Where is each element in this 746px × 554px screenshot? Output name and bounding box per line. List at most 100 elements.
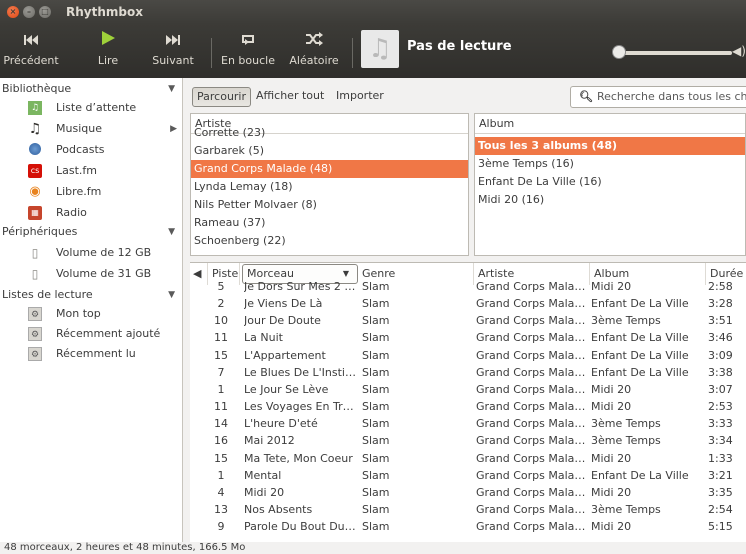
minimize-window-button[interactable]: – (23, 6, 35, 18)
sidebar-item-label: Volume de 31 GB (56, 267, 152, 280)
shuffle-button[interactable]: Aléatoire (286, 30, 342, 67)
sidebar-item-music[interactable]: ♫ Musique ▶ (0, 119, 183, 139)
import-button[interactable]: Importer (332, 87, 388, 107)
collapse-arrow-icon[interactable]: ▼ (168, 223, 175, 241)
album-row-selected[interactable]: Tous les 3 albums (48) (475, 137, 745, 155)
sidebar-item-radio[interactable]: ▦ Radio (0, 203, 183, 223)
track-album-cell: 3ème Temps (591, 502, 661, 516)
maximize-window-button[interactable]: □ (39, 6, 51, 18)
track-title-cell: Mai 2012 (244, 434, 295, 448)
browse-button[interactable]: Parcourir (192, 87, 252, 107)
sidebar-item-top[interactable]: ⚙ Mon top (0, 304, 183, 324)
table-row[interactable]: 11 Les Voyages En Train Slam Grand Corps Ma… (190, 398, 746, 415)
collapse-arrow-icon[interactable]: ▼ (168, 80, 175, 98)
music-icon: ♫ (28, 121, 42, 137)
seek-slider-track[interactable] (614, 51, 732, 55)
table-row[interactable]: 1 Mental Slam Grand Corps Malade Enfant De L… (190, 467, 746, 484)
track-genre-cell: Slam (362, 468, 390, 482)
table-row[interactable]: 15 L'Appartement Slam Grand Corps Malade Enf… (190, 347, 746, 364)
devices-section-header[interactable]: Périphériques ▼ (0, 223, 183, 241)
artist-row[interactable]: Rameau (37) (191, 214, 468, 232)
track-track-cell: 1 (217, 468, 225, 482)
album-row[interactable]: Midi 20 (16) (475, 191, 745, 209)
track-track-cell: 9 (217, 520, 225, 534)
sidebar-item-recently-added[interactable]: ⚙ Récemment ajouté (0, 324, 183, 344)
track-album-cell: 3ème Temps (591, 434, 661, 448)
track-artist-cell: Grand Corps Malade (476, 382, 588, 396)
artist-row[interactable]: Garbarek (5) (191, 142, 468, 160)
track-track-cell: 15 (214, 451, 228, 465)
artist-row[interactable]: Schoenberg (22) (191, 232, 468, 250)
table-row[interactable]: 4 Midi 20 Slam Grand Corps Malade Midi 20 3:3… (190, 484, 746, 501)
track-track-cell: 11 (214, 400, 228, 414)
repeat-label: En boucle (221, 54, 275, 67)
track-duration-cell: 3:35 (708, 485, 733, 499)
track-album-cell: Midi 20 (591, 382, 632, 396)
sidebar-item-lastfm[interactable]: cs Last.fm (0, 161, 183, 181)
table-row[interactable]: 2 Je Viens De Là Slam Grand Corps Malade Enf… (190, 295, 746, 312)
table-row[interactable]: 11 La Nuit Slam Grand Corps Malade Enfant De… (190, 329, 746, 346)
track-track-cell: 7 (217, 365, 225, 379)
sidebar-item-podcasts[interactable]: Podcasts (0, 140, 183, 160)
sidebar-item-recently-played[interactable]: ⚙ Récemment lu (0, 344, 183, 364)
album-column-header[interactable]: Album (475, 114, 745, 134)
radio-icon: ▦ (28, 206, 42, 220)
library-section-header[interactable]: Bibliothèque ▼ (0, 80, 183, 98)
track-album-cell: 3ème Temps (591, 314, 661, 328)
play-label: Lire (97, 54, 119, 67)
track-genre-cell: Slam (362, 502, 390, 516)
sidebar-item-label: Radio (56, 206, 87, 219)
devices-header-label: Périphériques (2, 225, 78, 238)
seek-slider-handle[interactable] (612, 45, 626, 59)
sidebar-item-librefm[interactable]: ◉ Libre.fm (0, 182, 183, 202)
track-genre-cell: Slam (362, 382, 390, 396)
sidebar-item-device-31gb[interactable]: ▯ Volume de 31 GB (0, 264, 183, 284)
sidebar-item-label: Podcasts (56, 143, 105, 156)
album-row[interactable]: Enfant De La Ville (16) (475, 173, 745, 191)
search-icon: 🔍︎ (579, 90, 593, 103)
track-genre-cell: Slam (362, 348, 390, 362)
shuffle-icon (286, 30, 342, 52)
table-row[interactable]: 10 Jour De Doute Slam Grand Corps Malade 3èm… (190, 312, 746, 329)
repeat-button[interactable]: En boucle (220, 30, 276, 67)
artist-row-selected[interactable]: Grand Corps Malade (48) (191, 160, 468, 178)
table-row[interactable]: 13 Nos Absents Slam Grand Corps Malade 3ème … (190, 501, 746, 518)
artist-row[interactable]: Nils Petter Molvaer (8) (191, 196, 468, 214)
repeat-icon (220, 30, 276, 52)
track-title-cell: Parole Du Bout Du ... (244, 520, 358, 534)
album-row[interactable]: 3ème Temps (16) (475, 155, 745, 173)
artist-row[interactable]: Corrette (23) (191, 124, 468, 142)
table-row[interactable]: 1 Le Jour Se Lève Slam Grand Corps Malade Mi… (190, 381, 746, 398)
close-window-button[interactable]: × (7, 6, 19, 18)
sidebar-item-label: Last.fm (56, 164, 97, 177)
table-row[interactable]: 5 Je Dors Sur Mes 2 Or... Slam Grand Corps … (190, 278, 746, 295)
artist-row[interactable]: Lynda Lemay (18) (191, 178, 468, 196)
playlists-section-header[interactable]: Listes de lecture ▼ (0, 286, 183, 304)
table-row[interactable]: 15 Ma Tete, Mon Coeur Slam Grand Corps Mala… (190, 450, 746, 467)
track-title-cell: Ma Tete, Mon Coeur (244, 451, 353, 465)
sidebar-item-device-12gb[interactable]: ▯ Volume de 12 GB (0, 243, 183, 263)
play-button[interactable]: Lire (88, 30, 128, 67)
show-all-button[interactable]: Afficher tout (252, 87, 328, 107)
table-row[interactable]: 14 L'heure D'eté Slam Grand Corps Malade 3èm… (190, 415, 746, 432)
expand-arrow-icon[interactable]: ▶ (170, 119, 177, 139)
previous-button[interactable]: Précédent (0, 30, 62, 67)
next-button[interactable]: Suivant (150, 30, 196, 67)
usb-drive-icon: ▯ (31, 246, 39, 260)
search-input[interactable]: 🔍︎Recherche dans tous les champs (570, 86, 746, 108)
track-title-cell: Le Blues De L'Instit... (244, 365, 358, 379)
sidebar-item-queue[interactable]: ♫ Liste d’attente (0, 98, 183, 118)
volume-icon[interactable]: ◀) (732, 44, 746, 60)
sidebar-item-label: Musique (56, 122, 102, 135)
track-track-cell: 4 (217, 485, 225, 499)
table-row[interactable]: 9 Parole Du Bout Du ... Slam Grand Corps Ma… (190, 518, 746, 535)
track-duration-cell: 3:07 (708, 382, 733, 396)
track-album-cell: Enfant De La Ville (591, 365, 689, 379)
track-track-cell: 11 (214, 331, 228, 345)
album-browser-pane: Album Tous les 3 albums (48) 3ème Temps … (474, 113, 746, 256)
table-row[interactable]: 7 Le Blues De L'Instit... Slam Grand Corps … (190, 364, 746, 381)
collapse-arrow-icon[interactable]: ▼ (168, 286, 175, 304)
table-row[interactable]: 16 Mai 2012 Slam Grand Corps Malade 3ème Tem… (190, 432, 746, 449)
library-header-label: Bibliothèque (2, 82, 72, 95)
track-genre-cell: Slam (362, 417, 390, 431)
